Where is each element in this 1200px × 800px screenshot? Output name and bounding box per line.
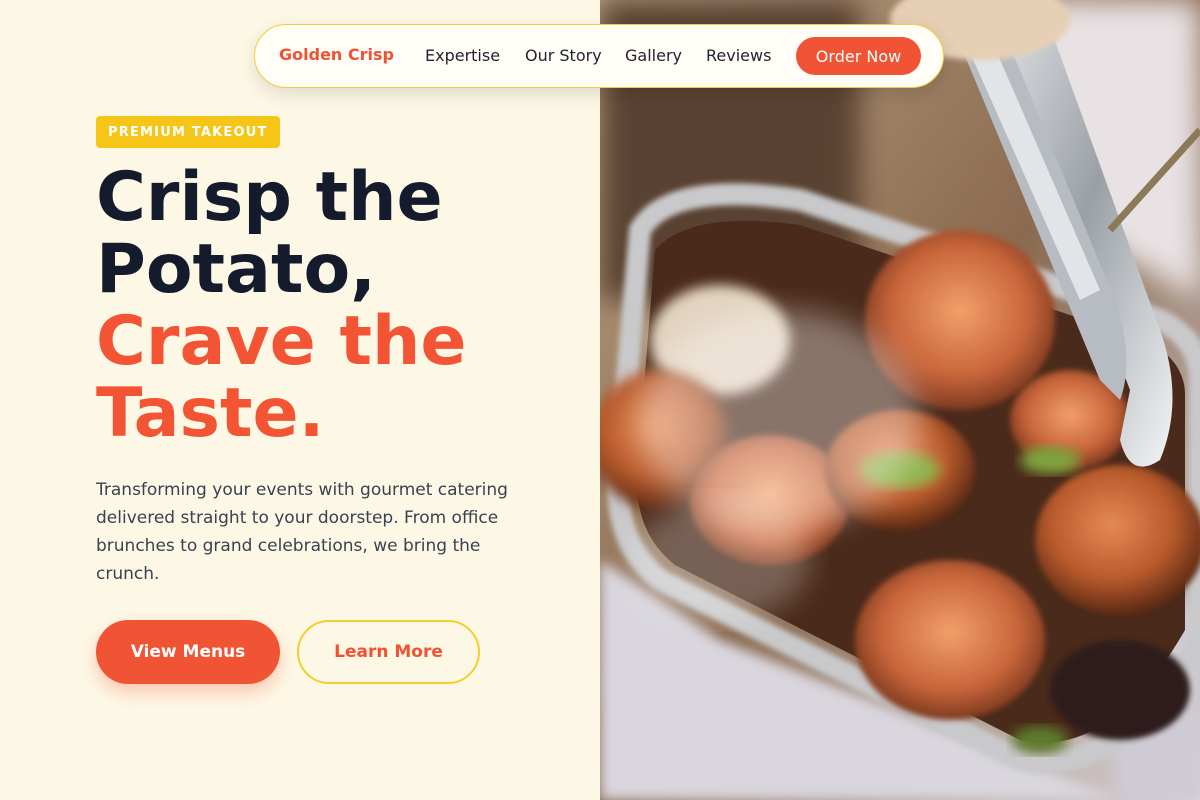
top-navbar: Golden Crisp Expertise Our Story Gallery… <box>254 24 944 88</box>
hero-food-image <box>600 0 1200 800</box>
nav-link-gallery[interactable]: Gallery <box>625 46 682 65</box>
hero-headline: Crisp the Potato, Crave the Taste. <box>96 162 576 450</box>
hero-description: Transforming your events with gourmet ca… <box>96 480 508 584</box>
nav-link-reviews[interactable]: Reviews <box>706 46 771 65</box>
brand-logo[interactable]: Golden Crisp <box>279 45 394 64</box>
view-menus-button[interactable]: View Menus <box>96 620 280 684</box>
order-now-button[interactable]: Order Now <box>796 37 921 75</box>
nav-link-expertise[interactable]: Expertise <box>425 46 500 65</box>
learn-more-button[interactable]: Learn More <box>297 620 480 684</box>
premium-takeout-badge: PREMIUM TAKEOUT <box>96 116 280 148</box>
headline-line-4: Taste. <box>96 374 325 453</box>
headline-line-1: Crisp the <box>96 158 443 237</box>
nav-link-our-story[interactable]: Our Story <box>525 46 602 65</box>
headline-line-3: Crave the <box>96 302 467 381</box>
headline-line-2: Potato, <box>96 230 377 309</box>
